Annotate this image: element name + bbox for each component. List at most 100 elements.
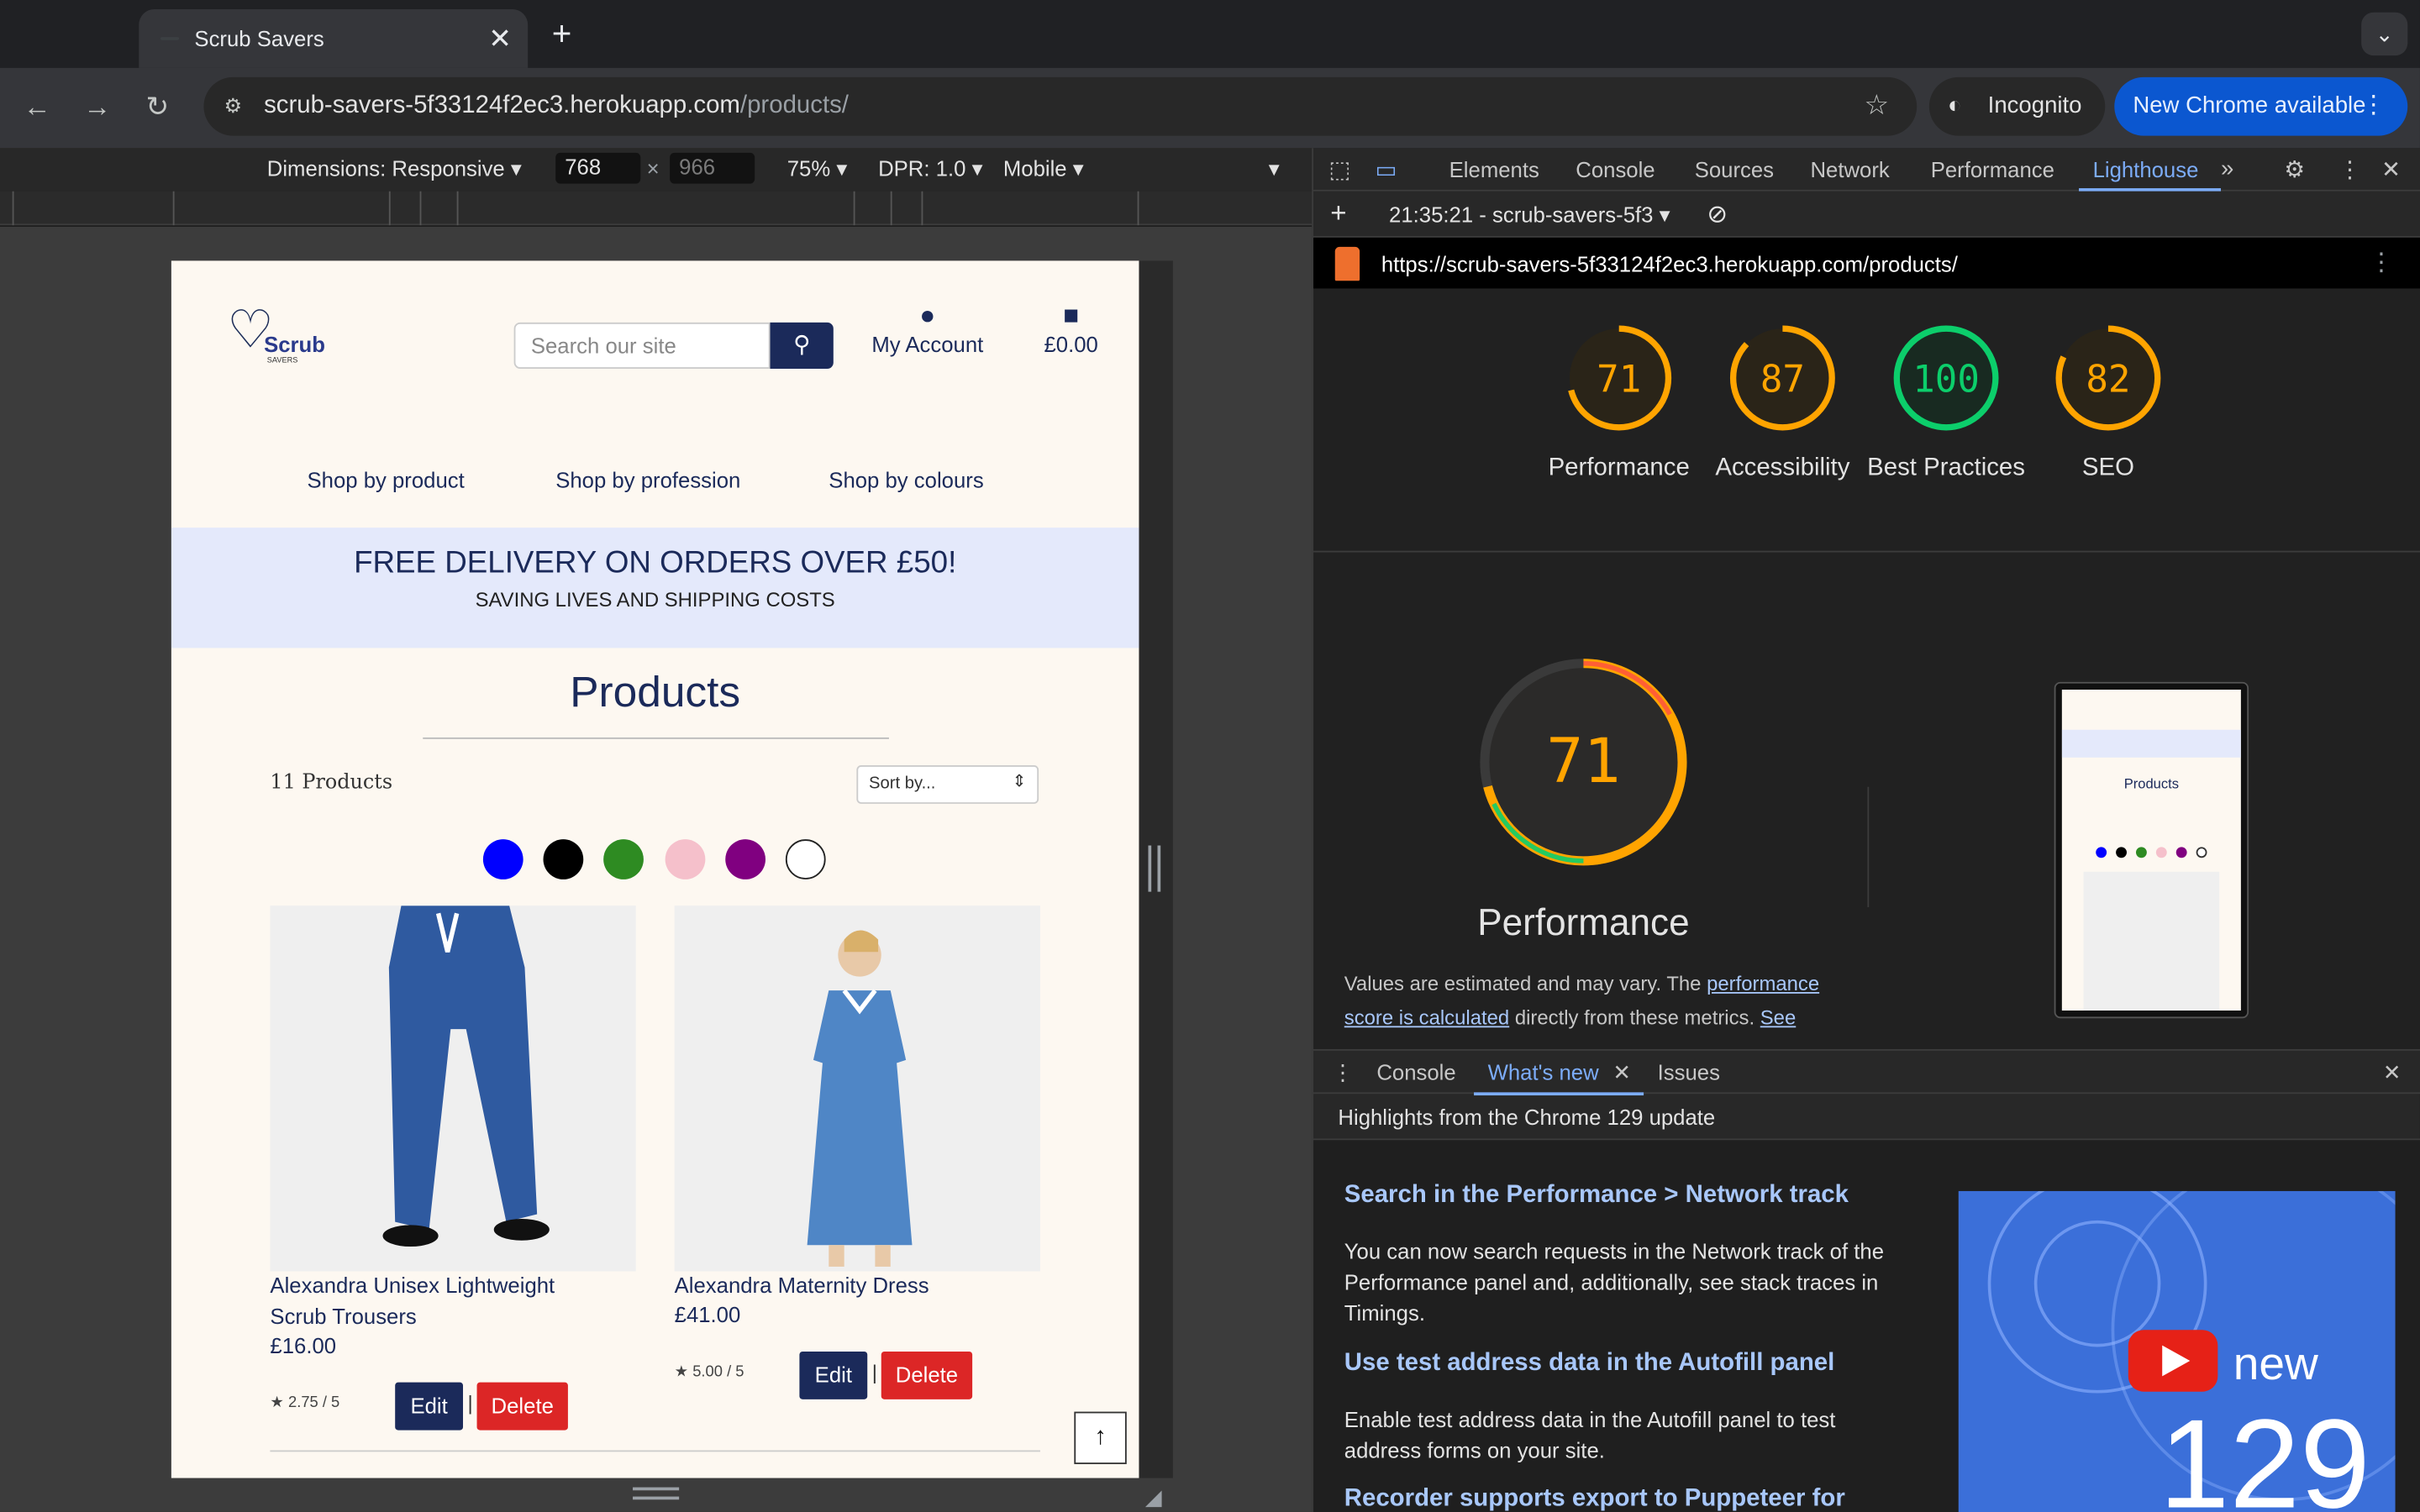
inspect-element-icon[interactable]: ⬚ xyxy=(1328,156,1350,183)
tab-search-chevron-icon[interactable]: ⌄ xyxy=(2361,12,2408,56)
zoom-select[interactable]: 75% ▾ xyxy=(787,156,848,182)
browser-tab[interactable]: Scrub Savers ✕ xyxy=(139,9,529,68)
report-url[interactable]: https://scrub-savers-5f33124f2ec3.heroku… xyxy=(1381,251,1958,276)
product-divider xyxy=(270,1450,1040,1452)
media-query-ruler xyxy=(0,191,1313,226)
corner-resize-icon[interactable]: ◢ xyxy=(1145,1484,1162,1510)
drawer-tab-console[interactable]: Console xyxy=(1376,1060,1455,1084)
score-value: 71 xyxy=(1597,359,1641,402)
my-account-link[interactable]: ● My Account xyxy=(863,301,992,356)
feature-heading[interactable]: Search in the Performance > Network trac… xyxy=(1344,1182,1849,1210)
back-arrow-icon[interactable]: ← xyxy=(17,87,57,127)
nav-shop-by-product[interactable]: Shop by product xyxy=(308,468,465,492)
dpr-select[interactable]: DPR: 1.0 ▾ xyxy=(878,156,982,182)
tab-performance[interactable]: Performance xyxy=(1931,157,2054,181)
score-ring: 71 xyxy=(1566,325,1672,431)
search-button[interactable]: ⚲ xyxy=(770,322,834,369)
big-score-text: 71 xyxy=(1546,726,1620,797)
mobile-select[interactable]: Mobile ▾ xyxy=(1003,156,1084,182)
edit-button[interactable]: Edit xyxy=(799,1351,868,1399)
whats-new-subtitle: Highlights from the Chrome 129 update xyxy=(1313,1094,2420,1141)
delete-button[interactable]: Delete xyxy=(881,1351,973,1399)
product-rating: ★ 5.00 / 5 xyxy=(674,1363,744,1381)
height-input[interactable]: 966 xyxy=(670,152,755,184)
delete-button[interactable]: Delete xyxy=(476,1382,568,1431)
close-tab-icon[interactable]: ✕ xyxy=(481,23,518,55)
score-gauge-performance[interactable]: 71 Performance xyxy=(1537,323,1701,486)
product-rating: ★ 2.75 / 5 xyxy=(270,1394,340,1412)
bottom-resize-handle[interactable] xyxy=(633,1487,680,1500)
update-chrome-button[interactable]: New Chrome available ⋮ xyxy=(2114,76,2408,136)
search-input[interactable]: Search our site xyxy=(513,322,771,369)
address-bar[interactable]: ⚙ scrub-savers-5f33124f2ec3.herokuapp.co… xyxy=(203,76,1918,136)
reload-icon[interactable]: ↻ xyxy=(137,87,177,127)
colour-swatch-pink[interactable] xyxy=(665,839,706,879)
report-url-bar: https://scrub-savers-5f33124f2ec3.heroku… xyxy=(1313,237,2420,289)
new-tab-button[interactable]: + xyxy=(544,13,581,55)
shopping-bag-icon: ■ xyxy=(1063,301,1080,331)
score-label: Accessibility xyxy=(1715,454,1850,482)
colour-swatch-white[interactable] xyxy=(785,839,826,879)
more-tabs-icon[interactable]: » xyxy=(2221,156,2233,182)
device-options-chevron-icon[interactable]: ▾ xyxy=(1269,156,1280,182)
close-whats-new-icon[interactable]: ✕ xyxy=(1612,1060,1631,1086)
device-toolbar-icon[interactable]: ▭ xyxy=(1375,156,1397,183)
colour-swatch-blue[interactable] xyxy=(482,839,523,879)
right-resize-handle[interactable] xyxy=(1148,845,1161,892)
score-gauge-best-practices[interactable]: 100 Best Practices xyxy=(1865,323,2028,486)
incognito-indicator[interactable]: ◐ Incognito xyxy=(1928,76,2106,136)
whats-new-content: Search in the Performance > Network trac… xyxy=(1313,1140,2420,1512)
score-gauge-seo[interactable]: 82 SEO xyxy=(2027,323,2191,486)
width-input[interactable]: 768 xyxy=(555,152,641,184)
feature-heading[interactable]: Recorder supports export to Puppeteer fo… xyxy=(1344,1486,1845,1512)
drawer-menu-icon[interactable]: ⋮ xyxy=(1332,1060,1354,1086)
colour-swatch-purple[interactable] xyxy=(725,839,766,879)
tab-network[interactable]: Network xyxy=(1810,157,1889,181)
vertical-divider xyxy=(1867,786,1870,907)
drawer-tab-issues[interactable]: Issues xyxy=(1658,1060,1720,1084)
close-drawer-icon[interactable]: ✕ xyxy=(2383,1060,2402,1086)
product-name[interactable]: Alexandra Unisex Lightweight Scrub Trouse… xyxy=(270,1271,555,1331)
more-menu-icon[interactable]: ⋮ xyxy=(2361,77,2386,136)
edit-button[interactable]: Edit xyxy=(395,1382,464,1431)
new-report-icon[interactable]: + xyxy=(1330,197,1346,230)
forward-arrow-icon[interactable]: → xyxy=(77,87,118,127)
nav-shop-by-colours[interactable]: Shop by colours xyxy=(829,468,983,492)
customize-menu-icon[interactable]: ⋮ xyxy=(2338,156,2362,183)
product-image-dress[interactable] xyxy=(674,906,1040,1272)
close-devtools-icon[interactable]: ✕ xyxy=(2381,156,2401,183)
score-gauge-accessibility[interactable]: 87 Accessibility xyxy=(1701,323,1865,486)
page-screenshot-thumbnail[interactable]: Products xyxy=(2054,681,2249,1019)
score-label: Performance xyxy=(1548,454,1690,482)
tab-lighthouse[interactable]: Lighthouse xyxy=(2093,157,2199,181)
site-settings-icon[interactable]: ⚙ xyxy=(219,92,247,120)
tab-console[interactable]: Console xyxy=(1576,157,1655,181)
product-image-trousers[interactable] xyxy=(270,906,636,1272)
report-select[interactable]: 21:35:21 - scrub-savers-5f3 ▾ xyxy=(1389,202,1670,228)
whats-new-video[interactable]: new 129 xyxy=(1958,1190,2396,1512)
drawer-tab-whats-new[interactable]: What's new xyxy=(1488,1060,1599,1084)
report-menu-icon[interactable]: ⋮ xyxy=(2369,247,2393,278)
shopping-bag-link[interactable]: ■ £0.00 xyxy=(1035,301,1106,356)
product-name[interactable]: Alexandra Maternity Dress xyxy=(675,1271,929,1301)
dimensions-select[interactable]: Dimensions: Responsive ▾ xyxy=(267,156,522,182)
see-link[interactable]: See xyxy=(1760,1006,1797,1030)
tab-elements[interactable]: Elements xyxy=(1449,157,1539,181)
video-number: 129 xyxy=(2160,1393,2370,1512)
settings-gear-icon[interactable]: ⚙ xyxy=(2284,156,2305,183)
tab-sources[interactable]: Sources xyxy=(1695,157,1774,181)
colour-swatch-green[interactable] xyxy=(603,839,644,879)
sort-select[interactable]: Sort by... ⇕ xyxy=(856,765,1039,804)
browser-toolbar: ← → ↻ ⚙ scrub-savers-5f33124f2ec3.heroku… xyxy=(0,67,2420,149)
nav-shop-by-profession[interactable]: Shop by profession xyxy=(555,468,740,492)
score-ring: 82 xyxy=(2055,325,2161,431)
site-logo[interactable]: ♡ Scrub SAVERS xyxy=(227,304,335,372)
bookmark-star-icon[interactable]: ☆ xyxy=(1864,90,1889,123)
star-icon: ★ xyxy=(674,1363,689,1381)
times-icon: × xyxy=(646,155,660,181)
feature-heading[interactable]: Use test address data in the Autofill pa… xyxy=(1344,1350,1835,1378)
back-to-top-button[interactable]: ↑ xyxy=(1074,1411,1127,1465)
colour-swatch-black[interactable] xyxy=(543,839,584,879)
sort-arrows-icon: ⇕ xyxy=(1012,773,1027,792)
clear-reports-icon[interactable]: ⊘ xyxy=(1707,199,1728,230)
